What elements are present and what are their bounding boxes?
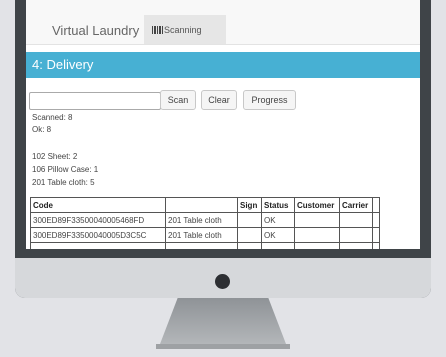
cell-item: 201 Table cloth (165, 212, 238, 228)
column-header-extra (372, 197, 380, 213)
cell-customer (294, 212, 340, 228)
cell-sign (237, 242, 262, 249)
cell-sign (237, 227, 262, 243)
cell-code: 300ED89F33500040005468FD (30, 212, 166, 228)
table-row[interactable]: 300ED89F33500040005D3C5C 201 Table cloth… (30, 227, 380, 243)
cell-carrier (339, 242, 373, 249)
clear-button[interactable]: Clear (201, 90, 237, 110)
monitor-bezel: Virtual Laundry Scanning 4: Delivery Sca… (15, 0, 431, 298)
cell-code: 300ED89F33500040005D3C5C (30, 227, 166, 243)
cell-item: 201 Table cloth (165, 227, 238, 243)
cell-extra (372, 212, 380, 228)
monitor-chin (15, 258, 431, 298)
item-summary-line: 201 Table cloth: 5 (32, 178, 95, 187)
cell-extra (372, 242, 380, 249)
page-title: 4: Delivery (32, 57, 94, 72)
column-header-code[interactable]: Code (30, 197, 166, 213)
cell-carrier (339, 227, 373, 243)
item-summary-line: 102 Sheet: 2 (32, 152, 78, 161)
scan-input[interactable] (29, 92, 161, 110)
scan-button[interactable]: Scan (160, 90, 196, 110)
item-summary-line: 106 Pillow Case: 1 (32, 165, 99, 174)
column-header-sign[interactable]: Sign (237, 197, 262, 213)
power-indicator (215, 274, 230, 289)
scanned-codes-table: Code Sign Status Customer Carrier 300ED8… (30, 197, 380, 249)
scanned-count: Scanned: 8 (32, 113, 73, 122)
cell-status: OK (261, 227, 295, 243)
table-header-row: Code Sign Status Customer Carrier (30, 197, 380, 213)
progress-button[interactable]: Progress (243, 90, 296, 110)
app-brand[interactable]: Virtual Laundry (52, 23, 139, 38)
table-row[interactable]: 300ED89F33500040005468FD 201 Table cloth… (30, 212, 380, 228)
cell-customer (294, 242, 340, 249)
cell-extra (372, 227, 380, 243)
cell-sign (237, 212, 262, 228)
column-header-carrier[interactable]: Carrier (339, 197, 373, 213)
monitor-stand-base (156, 344, 290, 349)
column-header-status[interactable]: Status (261, 197, 295, 213)
cell-code (30, 242, 166, 249)
cell-customer (294, 227, 340, 243)
table-row[interactable] (30, 242, 380, 249)
monitor-screen: Virtual Laundry Scanning 4: Delivery Sca… (26, 0, 420, 249)
cell-item (165, 242, 238, 249)
cell-carrier (339, 212, 373, 228)
monitor-stand (160, 298, 286, 344)
barcode-icon (152, 26, 163, 34)
cell-status (261, 242, 295, 249)
nav-tab-scanning[interactable]: Scanning (144, 15, 226, 44)
column-header-customer[interactable]: Customer (294, 197, 340, 213)
column-header-item[interactable] (165, 197, 238, 213)
ok-count: Ok: 8 (32, 125, 52, 134)
cell-status: OK (261, 212, 295, 228)
page-header-bar: 4: Delivery (26, 52, 420, 78)
nav-tab-label: Scanning (164, 25, 202, 35)
top-navbar: Virtual Laundry Scanning (26, 0, 420, 45)
